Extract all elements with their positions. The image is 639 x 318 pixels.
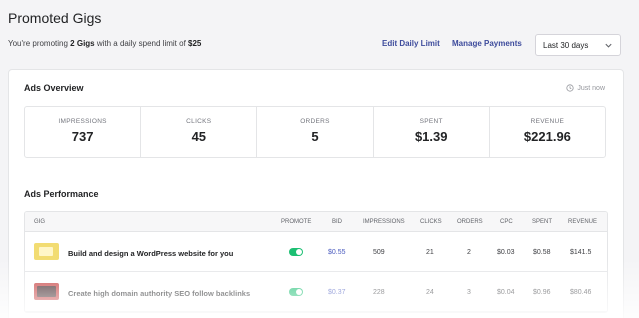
gig-title[interactable]: Create high domain authority SEO follow …	[68, 289, 250, 298]
stat-value: $221.96	[523, 129, 571, 144]
cpc-value: $0.04	[497, 289, 515, 296]
ads-performance-table: GIG PROMOTE BID IMPRESSIONS CLICKS ORDER…	[24, 211, 608, 313]
stat-value: 737	[71, 129, 94, 144]
gig-count: 2 Gigs	[70, 39, 95, 48]
edit-daily-limit-link[interactable]: Edit Daily Limit	[382, 39, 440, 48]
gig-thumbnail	[34, 283, 59, 300]
stat-label: SPENT	[419, 118, 443, 125]
chevron-down-icon	[605, 43, 612, 48]
page-title: Promoted Gigs	[8, 10, 102, 26]
stat-label: IMPRESSIONS	[58, 118, 107, 125]
col-header-impressions: IMPRESSIONS	[363, 219, 405, 225]
col-header-cpc: CPC	[500, 219, 513, 225]
daily-limit-value: $25	[188, 39, 202, 48]
clicks-value: 21	[426, 249, 434, 256]
table-row[interactable]: Build and design a WordPress website for…	[25, 232, 607, 272]
promotion-summary: You're promoting 2 Gigs with a daily spe…	[8, 39, 202, 48]
col-header-promote: PROMOTE	[281, 219, 312, 225]
clicks-value: 24	[426, 289, 434, 296]
stat-value: $1.39	[414, 129, 448, 144]
promote-toggle[interactable]	[289, 288, 303, 296]
col-header-orders: ORDERS	[457, 219, 483, 225]
stat-label: REVENUE	[530, 118, 565, 125]
stat-revenue: REVENUE $221.96	[490, 107, 605, 157]
stat-value: 5	[311, 129, 319, 144]
stat-label: ORDERS	[300, 118, 330, 125]
orders-value: 3	[467, 289, 471, 296]
ads-card: Ads Overview Just now IMPRESSIONS 737 CL…	[8, 69, 624, 318]
impressions-value: 509	[373, 249, 385, 256]
clock-icon	[566, 84, 574, 92]
overview-stats: IMPRESSIONS 737 CLICKS 45 ORDERS 5 SPENT…	[24, 106, 606, 158]
date-range-select[interactable]: Last 30 days	[535, 34, 621, 56]
ads-overview-title: Ads Overview	[24, 83, 84, 93]
date-range-value: Last 30 days	[543, 41, 589, 50]
revenue-value: $141.5	[570, 249, 592, 256]
bid-value[interactable]: $0.37	[328, 289, 346, 296]
stat-spent: SPENT $1.39	[374, 107, 490, 157]
ads-performance-title: Ads Performance	[24, 189, 99, 199]
last-updated: Just now	[566, 84, 605, 92]
spent-value: $0.58	[533, 249, 551, 256]
bid-value[interactable]: $0.55	[328, 249, 346, 256]
col-header-revenue: REVENUE	[568, 219, 598, 225]
col-header-gig: GIG	[34, 219, 46, 225]
stat-label: CLICKS	[186, 118, 212, 125]
col-header-spent: SPENT	[532, 219, 553, 225]
stat-orders: ORDERS 5	[257, 107, 374, 157]
stat-value: 45	[191, 129, 207, 144]
spent-value: $0.96	[533, 289, 551, 296]
stat-clicks: CLICKS 45	[141, 107, 258, 157]
orders-value: 2	[467, 249, 471, 256]
impressions-value: 228	[373, 289, 385, 296]
promote-toggle[interactable]	[289, 248, 303, 256]
col-header-clicks: CLICKS	[420, 219, 442, 225]
cpc-value: $0.03	[497, 249, 515, 256]
revenue-value: $80.46	[570, 289, 592, 296]
col-header-bid: BID	[332, 219, 343, 225]
stat-impressions: IMPRESSIONS 737	[25, 107, 142, 157]
gig-thumbnail	[34, 243, 59, 260]
table-header: GIG PROMOTE BID IMPRESSIONS CLICKS ORDER…	[25, 212, 607, 232]
manage-payments-link[interactable]: Manage Payments	[452, 39, 522, 48]
gig-title[interactable]: Build and design a WordPress website for…	[68, 249, 233, 258]
table-row[interactable]: Create high domain authority SEO follow …	[25, 272, 607, 312]
